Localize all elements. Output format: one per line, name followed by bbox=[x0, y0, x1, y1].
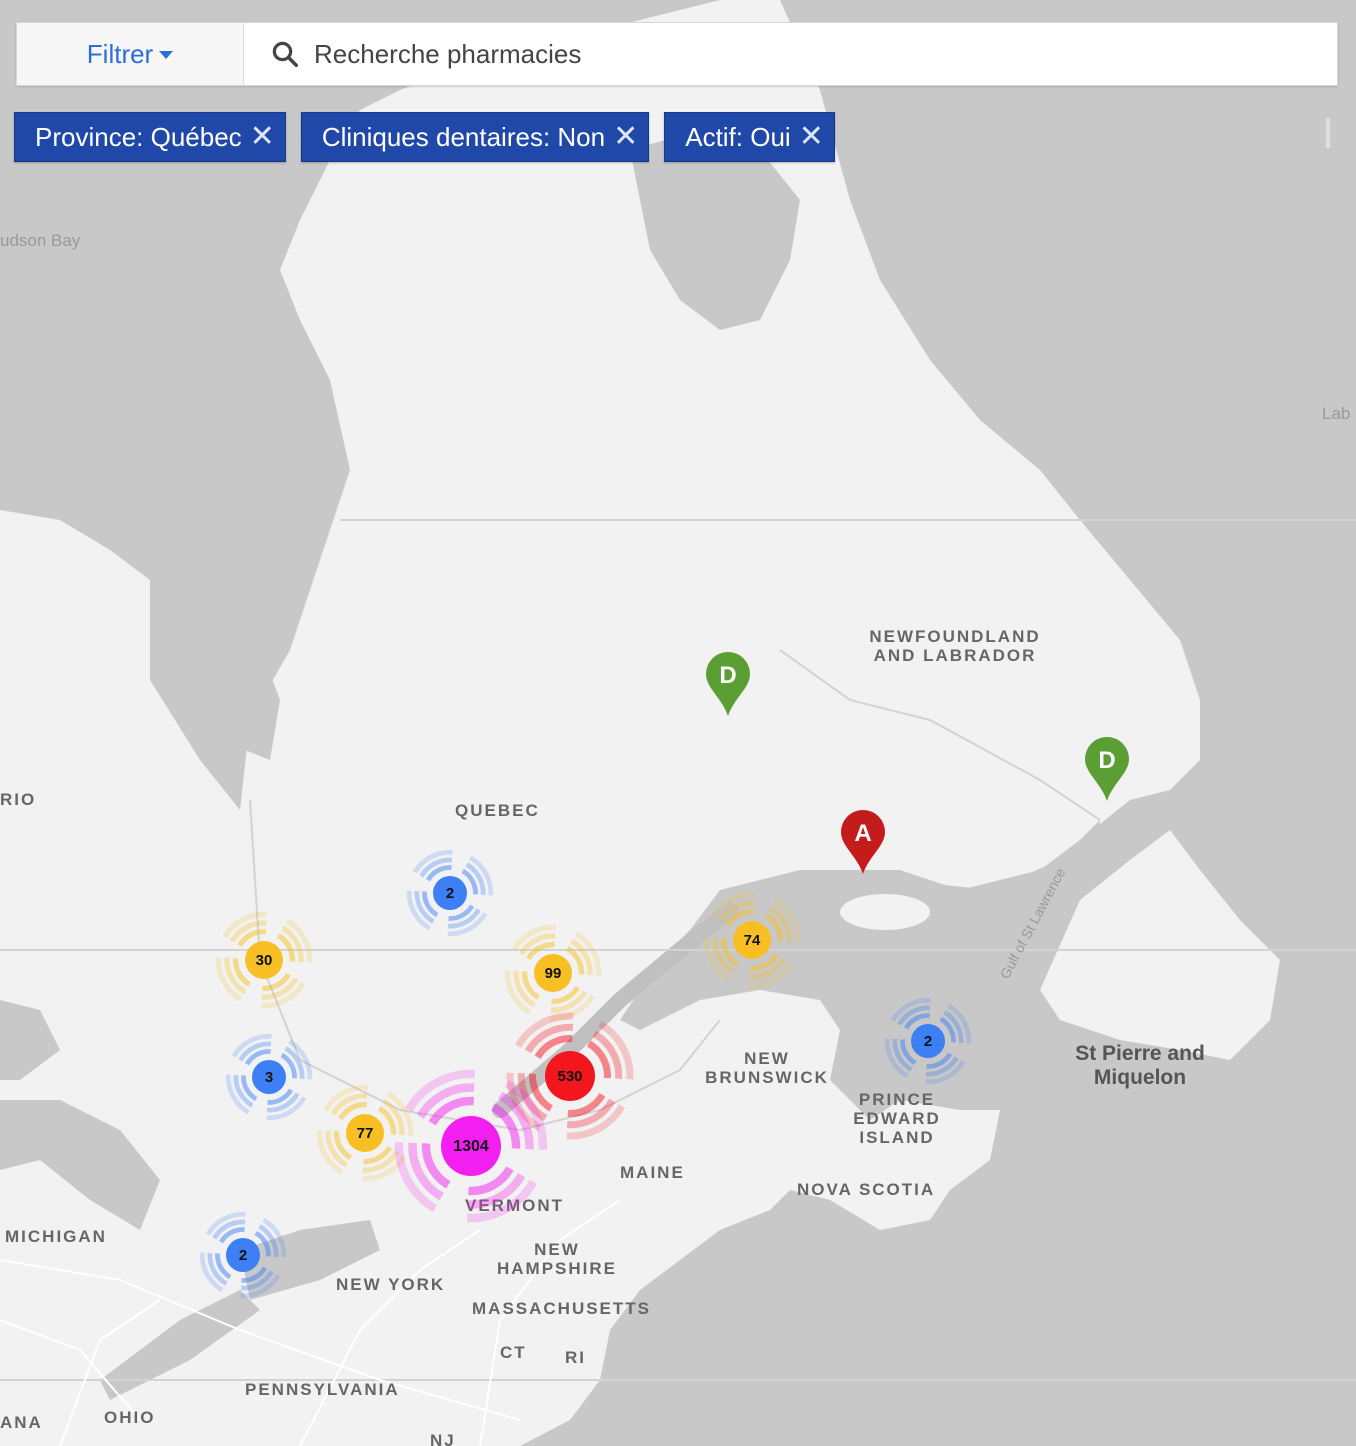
cluster-marker[interactable]: 74 bbox=[690, 878, 815, 1003]
filter-chip-label: Province: Québec bbox=[35, 121, 242, 152]
cluster-marker[interactable]: 2 bbox=[187, 1199, 298, 1310]
map-pin-letter: D bbox=[719, 662, 736, 689]
label-ontario: RIO bbox=[0, 790, 36, 809]
active-filters: Province: Québec ✕ Cliniques dentaires: … bbox=[14, 112, 835, 162]
search-icon bbox=[272, 41, 298, 67]
label-indiana: ANA bbox=[0, 1413, 43, 1432]
label-pennsylvania: PENNSYLVANIA bbox=[245, 1380, 400, 1399]
cluster-count: 2 bbox=[239, 1247, 247, 1264]
cluster-marker[interactable]: 2 bbox=[872, 985, 983, 1096]
label-st-pierre: St Pierre and Miquelon bbox=[1075, 1042, 1205, 1089]
cluster-marker[interactable]: 3 bbox=[213, 1021, 324, 1132]
filter-chip-dental-clinics: Cliniques dentaires: Non ✕ bbox=[300, 112, 650, 162]
caret-down-icon bbox=[159, 51, 174, 59]
label-new-york: NEW YORK bbox=[336, 1275, 445, 1294]
label-hudson-bay: udson Bay bbox=[0, 231, 81, 250]
map-pin-icon[interactable]: D bbox=[706, 652, 750, 716]
filter-chip-label: Cliniques dentaires: Non bbox=[321, 121, 606, 152]
cluster-count: 2 bbox=[924, 1033, 932, 1050]
close-icon[interactable]: ✕ bbox=[799, 122, 824, 152]
cluster-count: 77 bbox=[357, 1125, 374, 1142]
cluster-count: 1304 bbox=[453, 1138, 489, 1155]
label-new-brunswick: NEW BRUNSWICK bbox=[705, 1049, 829, 1087]
cluster-marker[interactable]: 30 bbox=[202, 898, 327, 1023]
label-ct: CT bbox=[500, 1343, 527, 1362]
map-pin-letter: D bbox=[1098, 747, 1115, 774]
cluster-count: 2 bbox=[446, 885, 454, 902]
divider bbox=[1326, 118, 1330, 148]
label-maine: MAINE bbox=[620, 1163, 685, 1182]
map-pin-letter: A bbox=[854, 820, 871, 847]
label-nj: NJ bbox=[430, 1431, 456, 1446]
cluster-count: 3 bbox=[265, 1069, 273, 1086]
label-ohio: OHIO bbox=[104, 1408, 155, 1427]
search-box bbox=[244, 23, 1337, 85]
filter-button[interactable]: Filtrer bbox=[17, 23, 244, 85]
label-lab: Lab bbox=[1322, 404, 1350, 423]
label-ri: RI bbox=[565, 1348, 586, 1367]
cluster-count: 99 bbox=[545, 965, 562, 982]
label-gulf: Gulf of St Lawrence bbox=[997, 865, 1069, 981]
search-input[interactable] bbox=[312, 37, 1216, 71]
label-quebec: QUEBEC bbox=[455, 801, 540, 820]
cluster-count: 530 bbox=[557, 1068, 582, 1085]
map-pin-icon[interactable]: A bbox=[841, 810, 885, 874]
close-icon[interactable]: ✕ bbox=[613, 122, 638, 152]
close-icon[interactable]: ✕ bbox=[250, 122, 275, 152]
label-new-hampshire: NEW HAMPSHIRE bbox=[497, 1240, 617, 1278]
label-nova-scotia: NOVA SCOTIA bbox=[797, 1180, 935, 1199]
filter-chip-active: Actif: Oui ✕ bbox=[664, 112, 835, 162]
label-pei: PRINCE EDWARD ISLAND bbox=[853, 1090, 941, 1147]
search-toolbar: Filtrer bbox=[16, 22, 1338, 86]
cluster-count: 30 bbox=[256, 952, 273, 969]
label-michigan: MICHIGAN bbox=[5, 1227, 107, 1246]
filter-button-label: Filtrer bbox=[86, 38, 154, 69]
filter-chip-label: Actif: Oui bbox=[685, 121, 791, 152]
cluster-count: 74 bbox=[744, 932, 761, 949]
filter-chip-province: Province: Québec ✕ bbox=[14, 112, 286, 162]
cluster-marker[interactable]: 2 bbox=[394, 837, 505, 948]
label-newfoundland: NEWFOUNDLAND AND LABRADOR bbox=[869, 627, 1040, 665]
label-massachusetts: MASSACHUSETTS bbox=[472, 1299, 651, 1318]
map-pin-icon[interactable]: D bbox=[1085, 737, 1129, 801]
